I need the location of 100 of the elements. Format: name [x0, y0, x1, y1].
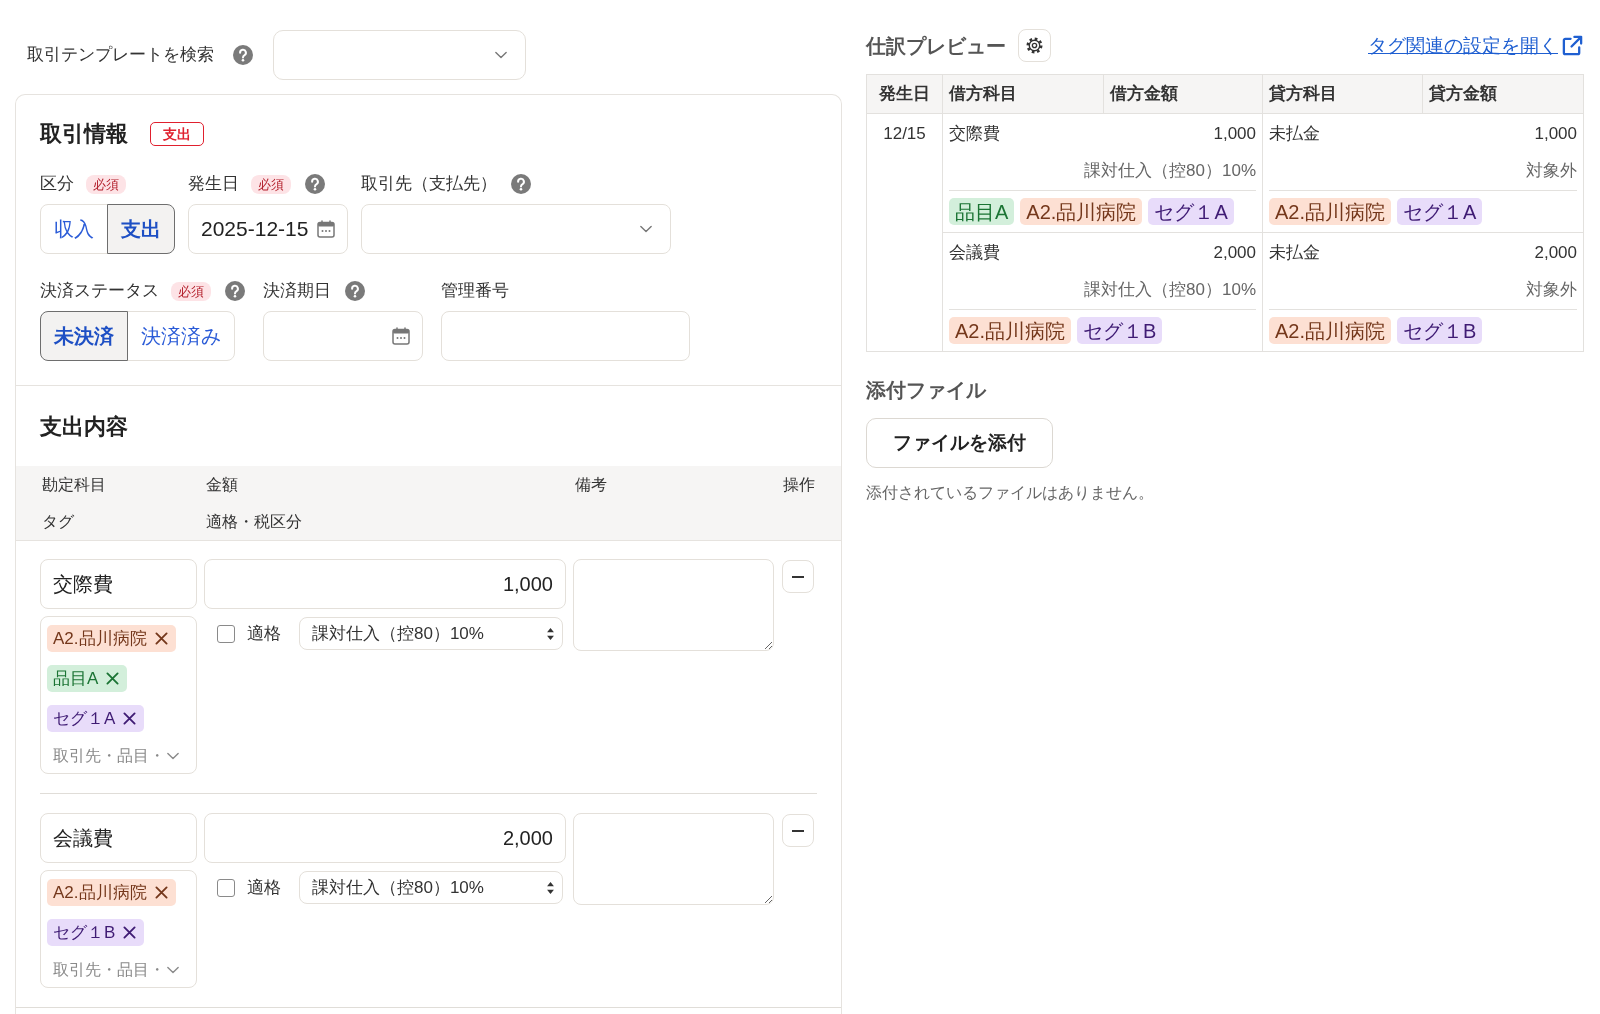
amount-field[interactable]: 2,000: [204, 813, 566, 863]
table-cell-text: 2,000: [1534, 242, 1577, 264]
checkbox[interactable]: [217, 624, 235, 643]
column-header: 貸方金額: [1428, 83, 1498, 106]
column-header: 操作: [783, 474, 815, 495]
required-badge: 必須: [171, 281, 211, 301]
tag-chip: A2.品川病院: [1020, 198, 1143, 225]
table-cell-text: 会議費: [949, 242, 1000, 264]
settings-icon: [1025, 36, 1044, 55]
chevron-down-icon: [167, 752, 179, 760]
remove-icon[interactable]: [123, 926, 137, 939]
tag-label: セグ１B: [53, 921, 116, 944]
account-field[interactable]: 会議費: [40, 813, 197, 863]
remove-icon[interactable]: [154, 632, 168, 645]
calendar-icon[interactable]: [317, 220, 335, 238]
help-icon[interactable]: [225, 281, 245, 301]
chevron-down-icon: [167, 966, 179, 974]
attach-file-button[interactable]: ファイルを添付: [866, 418, 1053, 468]
section-title: 取引情報: [40, 120, 128, 148]
table-cell-text: 2,000: [1213, 242, 1256, 264]
up-down-icon: [547, 881, 554, 894]
input-field[interactable]: [441, 311, 690, 361]
required-badge: 必須: [251, 174, 291, 194]
column-header: 備考: [575, 474, 607, 495]
tag-chip: セグ１A: [1148, 198, 1234, 225]
table-cell-text: 未払金: [1269, 242, 1320, 264]
type-badge: 支出: [150, 122, 204, 146]
remove-line-button[interactable]: [782, 814, 814, 847]
minus-icon: [792, 829, 804, 832]
table-cell-text: 交際費: [949, 123, 1000, 145]
checkbox-label: 適格: [247, 622, 281, 645]
memo-field[interactable]: [573, 559, 774, 651]
tax-select[interactable]: 課対仕入（控80）10%: [299, 617, 563, 650]
chevron-down-icon: [495, 51, 507, 59]
table-cell-text: 対象外: [1526, 279, 1577, 301]
minus-icon: [792, 575, 804, 578]
settings-button[interactable]: [1018, 29, 1051, 62]
checkbox-label: 適格: [247, 876, 281, 899]
date-field[interactable]: [263, 311, 423, 361]
up-down-icon: [547, 627, 554, 640]
segment-tab[interactable]: 収入: [40, 204, 108, 254]
tag-chip: A2.品川病院: [949, 317, 1072, 344]
section-title: 支出内容: [40, 413, 128, 441]
field-label: 決済期日: [263, 280, 331, 302]
amount-field[interactable]: 1,000: [204, 559, 566, 609]
tag-label: A2.品川病院: [53, 627, 147, 650]
remove-icon[interactable]: [154, 886, 168, 899]
account-field[interactable]: 交際費: [40, 559, 197, 609]
column-header: タグ: [42, 511, 74, 532]
field-label: 取引テンプレートを検索: [27, 44, 214, 66]
tag-label: A2.品川病院: [53, 881, 147, 904]
help-icon[interactable]: [511, 174, 531, 194]
remove-icon[interactable]: [123, 712, 137, 725]
tag-label: 品目A: [53, 667, 99, 690]
segment-tab[interactable]: 未決済: [40, 311, 128, 361]
section-title: 添付ファイル: [866, 378, 986, 403]
table-cell-text: 1,000: [1213, 123, 1256, 145]
tax-select[interactable]: 課対仕入（控80）10%: [299, 871, 563, 904]
table-cell-text: 対象外: [1526, 160, 1577, 182]
tag-chip: A2.品川病院: [1269, 317, 1392, 344]
tag-select-field[interactable]: A2.品川病院 セグ１B 取引先・品目・: [40, 870, 197, 988]
column-header: 貸方科目: [1263, 75, 1423, 113]
table-cell-text: 未払金: [1269, 123, 1320, 145]
help-icon[interactable]: [233, 45, 253, 65]
help-icon[interactable]: [345, 281, 365, 301]
field-label: 取引先（支払先）: [361, 173, 497, 195]
calendar-icon[interactable]: [392, 327, 410, 345]
remove-icon[interactable]: [106, 672, 120, 685]
table-cell-text: 課対仕入（控80）10%: [1084, 160, 1256, 182]
tag-placeholder: 取引先・品目・: [53, 746, 165, 766]
required-badge: 必須: [86, 174, 126, 194]
table-cell-text: 12/15: [883, 123, 926, 145]
checkbox[interactable]: [217, 878, 235, 897]
field-label: 管理番号: [441, 280, 509, 302]
tag-chip: セグ１B: [1397, 317, 1483, 344]
tag-select-field[interactable]: A2.品川病院 品目A セグ１A 取引先・品目・: [40, 616, 197, 774]
remove-line-button[interactable]: [782, 560, 814, 593]
empty-message: 添付されているファイルはありません。: [866, 483, 1154, 503]
table-cell-text: 課対仕入（控80）10%: [1084, 279, 1256, 301]
column-header: 勘定科目: [42, 474, 106, 495]
column-header: 発生日: [867, 75, 943, 113]
tag-chip: 品目A: [949, 198, 1015, 225]
segment-tab[interactable]: 支出: [107, 204, 175, 254]
external-link-icon: [1561, 34, 1584, 57]
field-label: 発生日: [188, 173, 239, 195]
section-title: 仕訳プレビュー: [866, 33, 1006, 59]
tag-chip: A2.品川病院: [1269, 198, 1392, 225]
field-label: 区分: [40, 173, 74, 195]
date-field[interactable]: 2025-12-15: [188, 204, 348, 254]
help-icon[interactable]: [305, 174, 325, 194]
segment-tab[interactable]: 決済済み: [127, 311, 235, 361]
chevron-down-icon: [640, 225, 652, 233]
memo-field[interactable]: [573, 813, 774, 905]
tag-chip: セグ１B: [1077, 317, 1163, 344]
tag-chip: セグ１A: [1397, 198, 1483, 225]
tag-label: セグ１A: [53, 707, 116, 730]
field-label: 決済ステータス: [40, 280, 159, 302]
tag-placeholder: 取引先・品目・: [53, 960, 165, 980]
column-header: 借方金額: [1104, 75, 1263, 113]
select-field[interactable]: [361, 204, 671, 254]
